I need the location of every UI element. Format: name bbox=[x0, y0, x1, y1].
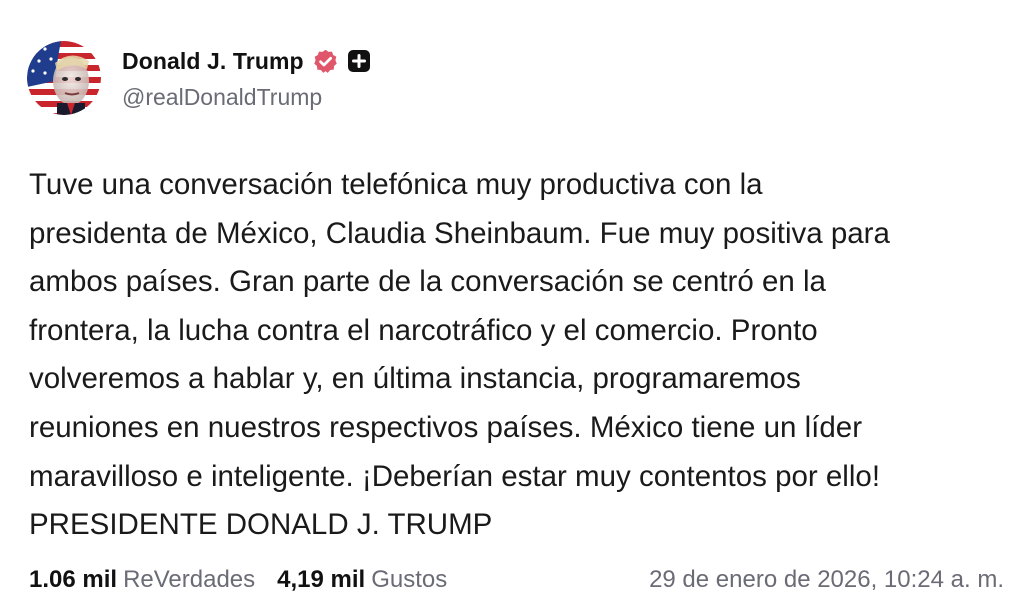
verified-badge-icon bbox=[312, 48, 339, 75]
author-handle[interactable]: @realDonaldTrump bbox=[122, 84, 322, 111]
post-timestamp[interactable]: 29 de enero de 2026, 10:24 a. m. bbox=[649, 566, 1004, 594]
reposts-count: 1.06 mil bbox=[29, 566, 118, 593]
likes-count: 4,19 mil bbox=[277, 566, 366, 593]
plus-badge-icon bbox=[347, 49, 371, 73]
post-text: Tuve una conversación telefónica muy pro… bbox=[29, 168, 890, 542]
likes-stat[interactable]: 4,19 mil Gustos bbox=[277, 566, 447, 594]
reposts-label: ReVerdades bbox=[123, 566, 256, 593]
post-meta-row: 1.06 mil ReVerdades 4,19 mil Gustos 29 d… bbox=[29, 562, 1004, 598]
author-display-name[interactable]: Donald J. Trump bbox=[122, 48, 304, 75]
avatar-flag-portrait-image bbox=[27, 41, 101, 115]
reposts-stat[interactable]: 1.06 mil ReVerdades bbox=[29, 566, 255, 594]
author-avatar[interactable] bbox=[27, 41, 101, 115]
author-name-row: Donald J. Trump bbox=[122, 42, 371, 80]
likes-label: Gustos bbox=[371, 566, 448, 593]
post-card: Donald J. Trump @realDonaldTrump Tuve un… bbox=[0, 0, 1024, 616]
